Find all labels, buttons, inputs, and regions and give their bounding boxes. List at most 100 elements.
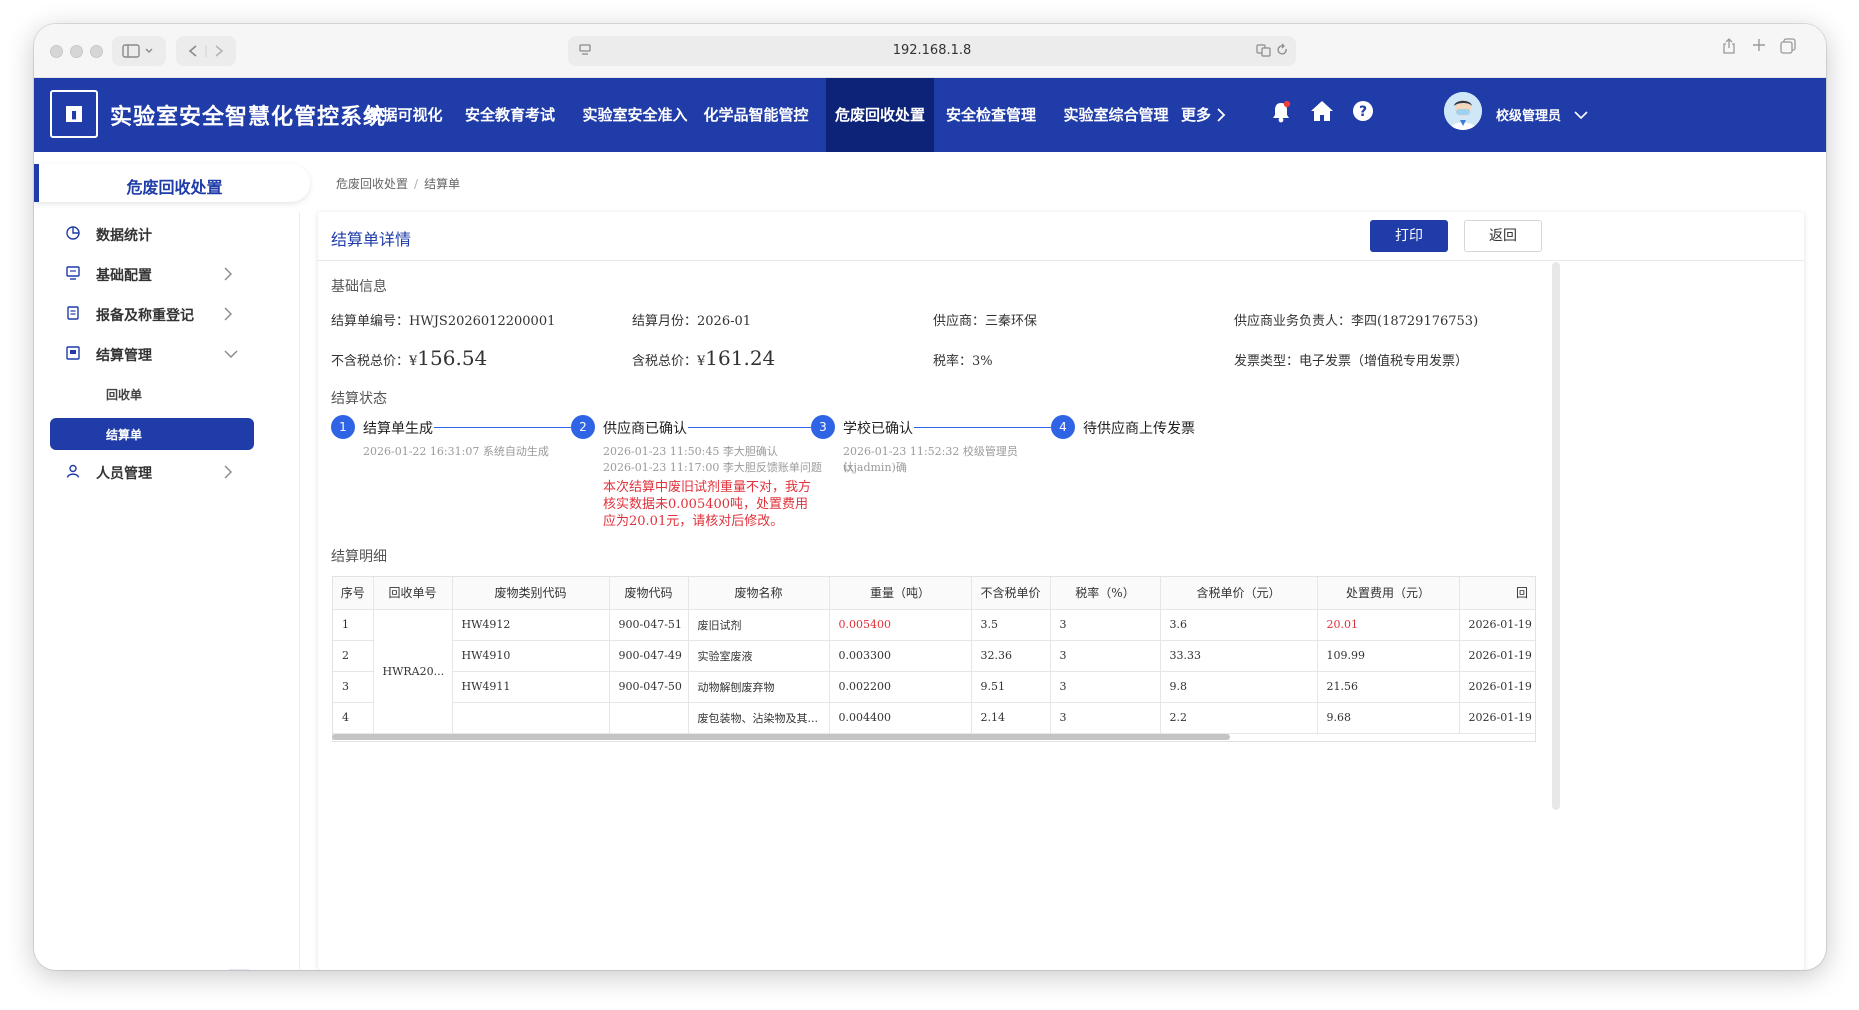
breadcrumb-parent[interactable]: 危废回收处置 [336, 177, 408, 191]
bell-icon[interactable] [1270, 100, 1292, 124]
svg-text:?: ? [1359, 104, 1367, 120]
pretax-total: 不含税总价：¥156.54 [331, 346, 488, 370]
app-header: ▮ 实验室安全智慧化管控系统 数据可视化 安全教育考试 实验室安全准入 化学品智… [34, 78, 1826, 152]
share-icon[interactable] [1722, 38, 1736, 54]
sidebar-subitem-recycle-order[interactable]: 回收单 [34, 374, 300, 414]
chevron-right-icon[interactable] [1216, 108, 1226, 122]
sidebar-item-statistics[interactable]: 数据统计 [34, 214, 300, 254]
horizontal-scrollbar[interactable] [332, 734, 1230, 740]
supplier-contact: 供应商业务负责人：李四(18729176753) [1234, 314, 1479, 329]
cell-rate: 3 [1050, 640, 1161, 672]
cell-tax-price: 33.33 [1160, 640, 1318, 672]
sidebar-subitem-settlement-order[interactable]: 结算单 [50, 418, 254, 450]
cell-tax-price: 9.8 [1160, 671, 1318, 703]
cell-price: 2.14 [971, 702, 1051, 734]
cell-tax-price: 3.6 [1160, 609, 1318, 641]
nav-more[interactable]: 更多 [1176, 78, 1216, 152]
cell-date: 2026-01-19 [1459, 640, 1535, 672]
breadcrumb-current: 结算单 [424, 177, 461, 191]
logo: ▮ [50, 90, 98, 138]
sidebar-item-personnel[interactable]: 人员管理 [34, 452, 300, 492]
breadcrumb-separator: / [414, 177, 419, 191]
section-title-basic-info: 基础信息 [331, 279, 387, 295]
user-icon [66, 464, 80, 478]
cell-fee: 20.01 [1317, 609, 1460, 641]
nav-safety-exam[interactable]: 安全教育考试 [444, 78, 576, 152]
sidebar: 数据统计 基础配置 报备及称重登记 结算管理 回收单 结算单 人员管理 [34, 212, 300, 970]
sidebar-title-text: 危废回收处置 [126, 178, 223, 197]
cell-index: 1 [333, 609, 374, 641]
nav-hazardous-waste[interactable]: 危废回收处置 [826, 78, 934, 152]
print-button[interactable]: 打印 [1370, 220, 1448, 252]
column-header: 序号 [333, 577, 374, 610]
cell-price: 9.51 [971, 671, 1051, 703]
ledger-icon [66, 346, 80, 360]
settlement-month: 结算月份：2026-01 [632, 314, 752, 329]
home-icon[interactable] [1310, 100, 1334, 122]
sidebar-item-label: 人员管理 [96, 466, 152, 482]
sidebar-toggle-button[interactable] [112, 36, 166, 66]
cell-weight: 0.002200 [829, 671, 972, 703]
avatar[interactable] [1444, 92, 1482, 130]
sidebar-item-label: 报备及称重登记 [96, 308, 194, 324]
sidebar-item-settlement[interactable]: 结算管理 [34, 334, 300, 374]
step-3-desc-2: 认 [843, 461, 854, 474]
cell-price: 32.36 [971, 640, 1051, 672]
address-bar[interactable]: 192.168.1.8 [568, 36, 1296, 66]
table-row: 4 废包装物、沾染物及其... 0.004400 2.14 3 2.2 9.68… [333, 702, 1535, 734]
back-button[interactable]: 返回 [1464, 220, 1542, 252]
translate-icon[interactable] [1256, 43, 1272, 57]
step-1-title: 结算单生成 [363, 421, 433, 437]
chevron-right-icon [224, 465, 232, 479]
system-title: 实验室安全智慧化管控系统 [110, 105, 387, 130]
step-connector [914, 427, 1051, 428]
step-2-feedback-note: 本次结算中废旧试剂重量不对，我方核实数据未0.005400吨，处置费用应为20.… [603, 480, 812, 529]
sidebar-item-label: 数据统计 [96, 228, 152, 244]
step-connector [688, 427, 811, 428]
tax-inclusive-total: 含税总价：¥161.24 [632, 346, 776, 370]
section-title-detail: 结算明细 [331, 549, 387, 565]
new-tab-icon[interactable] [1752, 38, 1766, 52]
sidebar-subitem-label: 结算单 [106, 428, 143, 442]
collapse-menu-icon[interactable] [228, 969, 250, 970]
cell-weight: 0.005400 [829, 609, 972, 641]
step-2-title: 供应商已确认 [603, 421, 687, 437]
help-icon[interactable]: ? [1352, 100, 1374, 122]
cell-date: 2026-01-19 [1459, 609, 1535, 641]
cell-rate: 3 [1050, 609, 1161, 641]
cell-category: HW4911 [452, 671, 610, 703]
cell-fee: 109.99 [1317, 640, 1460, 672]
chevron-down-icon[interactable] [1574, 110, 1588, 120]
close-window-button[interactable] [50, 45, 63, 58]
step-4-title: 待供应商上传发票 [1083, 421, 1195, 437]
sidebar-item-basic-config[interactable]: 基础配置 [34, 254, 300, 294]
nav-safety-inspection[interactable]: 安全检查管理 [934, 78, 1048, 152]
section-title-status: 结算状态 [331, 391, 387, 407]
tab-overview-icon[interactable] [1780, 38, 1796, 54]
reload-icon[interactable] [1276, 43, 1288, 57]
column-header: 重量（吨） [829, 577, 972, 610]
pie-chart-icon [66, 226, 80, 240]
step-2-indicator: 2 [571, 415, 595, 439]
cell-rate: 3 [1050, 702, 1161, 734]
cell-category: HW4912 [452, 609, 610, 641]
minimize-window-button[interactable] [70, 45, 83, 58]
chevron-down-icon [224, 350, 238, 358]
step-2-desc-2: 2026-01-23 11:17:00 李大胆反馈账单问题 [603, 461, 822, 474]
cell-category: HW4910 [452, 640, 610, 672]
sidebar-item-label: 基础配置 [96, 268, 152, 284]
column-header: 废物代码 [609, 577, 689, 610]
user-name[interactable]: 校级管理员 [1496, 105, 1561, 124]
nav-lab-management[interactable]: 实验室综合管理 [1048, 78, 1184, 152]
vertical-scrollbar[interactable] [1552, 262, 1560, 810]
breadcrumb: 危废回收处置 / 结算单 [336, 175, 460, 192]
sidebar-item-report-weigh[interactable]: 报备及称重登记 [34, 294, 300, 334]
cell-category [452, 702, 610, 734]
cell-tax-price: 2.2 [1160, 702, 1318, 734]
cell-recycle-no: HWRA20... [373, 609, 453, 734]
cell-code: 900-047-49 [609, 640, 689, 672]
nav-chemical-control[interactable]: 化学品智能管控 [684, 78, 828, 152]
browser-window: 192.168.1.8 ▮ 实验室安全智慧化管控系统 数据可视化 安全教育考试 … [34, 24, 1826, 970]
zoom-window-button[interactable] [90, 45, 103, 58]
column-header: 含税单价（元） [1160, 577, 1318, 610]
